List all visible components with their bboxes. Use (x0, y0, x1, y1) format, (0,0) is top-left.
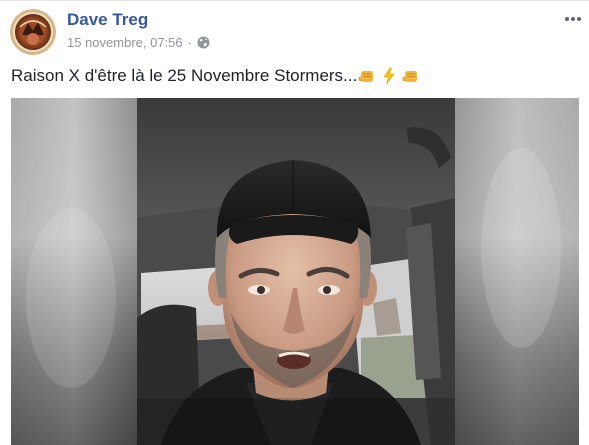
fist-icon (358, 67, 376, 85)
fist-icon (402, 67, 420, 85)
lightning-icon (380, 67, 398, 85)
facebook-post: Dave Treg 15 novembre, 07:56 · Raison X … (0, 0, 589, 445)
timestamp[interactable]: 15 novembre, 07:56 (67, 35, 183, 50)
author-name[interactable]: Dave Treg (67, 10, 148, 30)
avatar[interactable] (10, 9, 56, 55)
post-text: Raison X d'être là le 25 Novembre Storme… (11, 66, 420, 86)
divider (0, 0, 589, 1)
post-text-body: Raison X d'être là le 25 Novembre Storme… (11, 66, 358, 85)
post-meta: 15 novembre, 07:56 · (67, 35, 210, 50)
more-dots-icon (565, 17, 581, 21)
video-player[interactable] (11, 98, 579, 445)
video-frame (11, 98, 579, 445)
globe-icon[interactable] (197, 36, 210, 49)
separator-dot: · (187, 35, 192, 50)
more-options-button[interactable] (563, 12, 583, 26)
